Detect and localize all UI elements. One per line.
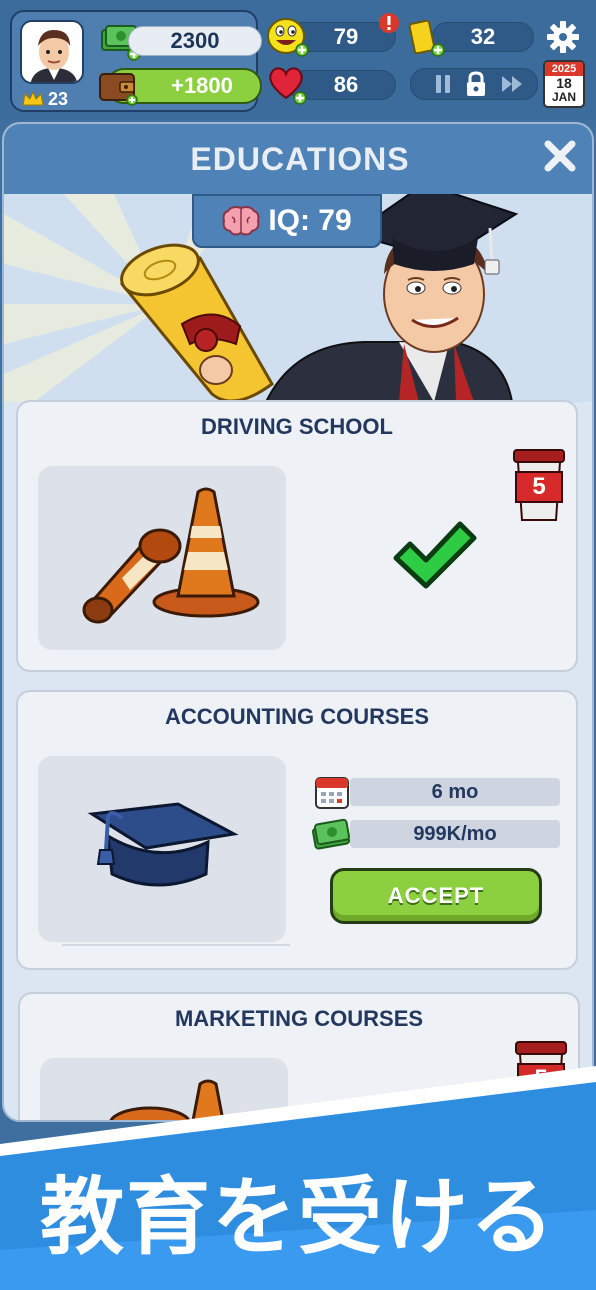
course-image: [38, 466, 286, 650]
gear-icon[interactable]: [546, 20, 580, 54]
traffic-cone-icon: [82, 487, 260, 624]
coffee-count: 5: [532, 473, 546, 500]
course-cost: 999K/mo: [350, 820, 560, 848]
close-icon[interactable]: [542, 138, 578, 174]
course-card-accounting-courses[interactable]: ACCOUNTING COURSES 6 mo 999K/mo ACCEPT: [16, 690, 578, 970]
course-duration: 6 mo: [350, 778, 560, 806]
crown-icon: [22, 91, 44, 106]
card-divider: [62, 944, 290, 946]
alert-icon[interactable]: [378, 12, 400, 34]
educations-panel: EDUCATIONS IQ: 79 DRIVING SCHOOL 5 ACCOU…: [2, 122, 594, 1122]
hero-illustration: IQ: 79: [4, 182, 592, 403]
money-icon: [312, 818, 351, 850]
calendar-day: 18: [556, 75, 572, 91]
promo-banner-text: 教育を受ける: [39, 1168, 556, 1266]
lock-icon: [467, 71, 485, 96]
panel-title: EDUCATIONS: [190, 140, 410, 177]
ticket-icon[interactable]: [406, 18, 446, 58]
course-card-driving-school[interactable]: DRIVING SCHOOL 5: [16, 400, 578, 672]
player-card[interactable]: 23 2300 +1800: [10, 10, 262, 112]
heart-icon[interactable]: [266, 62, 310, 106]
accept-button[interactable]: ACCEPT: [330, 868, 542, 924]
wallet-icon: [99, 73, 138, 106]
calendar-month: JAN: [551, 90, 576, 104]
calendar-icon[interactable]: 2025 18 JAN: [543, 60, 585, 108]
money-balance: 2300: [128, 26, 262, 56]
player-avatar[interactable]: [20, 20, 84, 84]
iq-value: IQ: 79: [268, 204, 352, 237]
avatar-face-icon: [22, 22, 82, 82]
calendar-icon: [315, 777, 349, 809]
panel-header: EDUCATIONS: [4, 124, 592, 194]
top-hud: 23 2300 +1800 79 32 86 2025 18 JAN: [0, 0, 596, 120]
tickets-value: 32: [432, 22, 534, 52]
course-title: ACCOUNTING COURSES: [164, 704, 429, 729]
player-level: 23: [22, 88, 86, 110]
player-level-value: 23: [48, 88, 69, 109]
happy-face-icon[interactable]: [266, 16, 310, 58]
course-title: DRIVING SCHOOL: [201, 414, 393, 439]
coffee-cup-icon: 5: [510, 446, 568, 524]
check-icon: [393, 521, 477, 589]
graduation-cap-icon: [87, 802, 239, 887]
course-title: MARKETING COURSES: [174, 1006, 424, 1031]
time-controls: [410, 68, 538, 100]
pause-icon[interactable]: [436, 75, 450, 93]
fast-forward-icon[interactable]: [502, 76, 522, 92]
course-image: [38, 756, 286, 942]
calendar-year: 2025: [545, 62, 583, 76]
iq-badge: IQ: 79: [192, 194, 382, 248]
brain-icon: [222, 206, 260, 236]
